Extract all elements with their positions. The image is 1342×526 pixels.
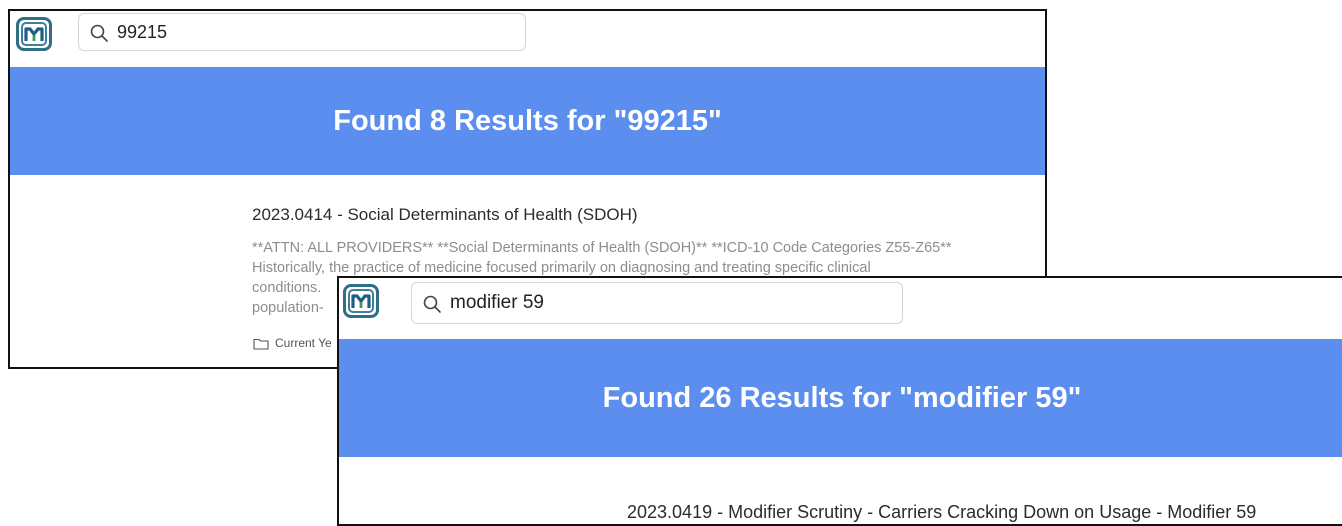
result-title[interactable]: 2023.0414 - Social Determinants of Healt… [252,205,638,225]
category-label: Current Ye [275,336,332,350]
search-icon [90,24,108,42]
snippet-line: **ATTN: ALL PROVIDERS** **Social Determi… [252,240,952,256]
search-box[interactable] [78,13,526,51]
category-tag[interactable]: Current Ye [253,336,332,350]
search-icon [423,295,441,313]
m-logo-icon[interactable] [343,284,379,318]
results-banner: Found 26 Results for "modifier 59" [339,339,1342,457]
m-logo-icon[interactable] [16,17,52,51]
results-heading: Found 26 Results for "modifier 59" [602,381,1082,414]
results-banner: Found 8 Results for "99215" [10,67,1045,175]
search-input[interactable] [450,289,894,317]
search-box[interactable] [411,282,903,324]
search-input[interactable] [117,18,517,46]
results-heading: Found 8 Results for "99215" [333,104,722,137]
top-bar [339,278,1342,334]
screenshot-2: Found 26 Results for "modifier 59" 2023.… [337,276,1342,526]
folder-icon [253,338,269,350]
snippet-line: Historically, the practice of medicine f… [252,260,871,276]
top-bar [10,11,1045,67]
